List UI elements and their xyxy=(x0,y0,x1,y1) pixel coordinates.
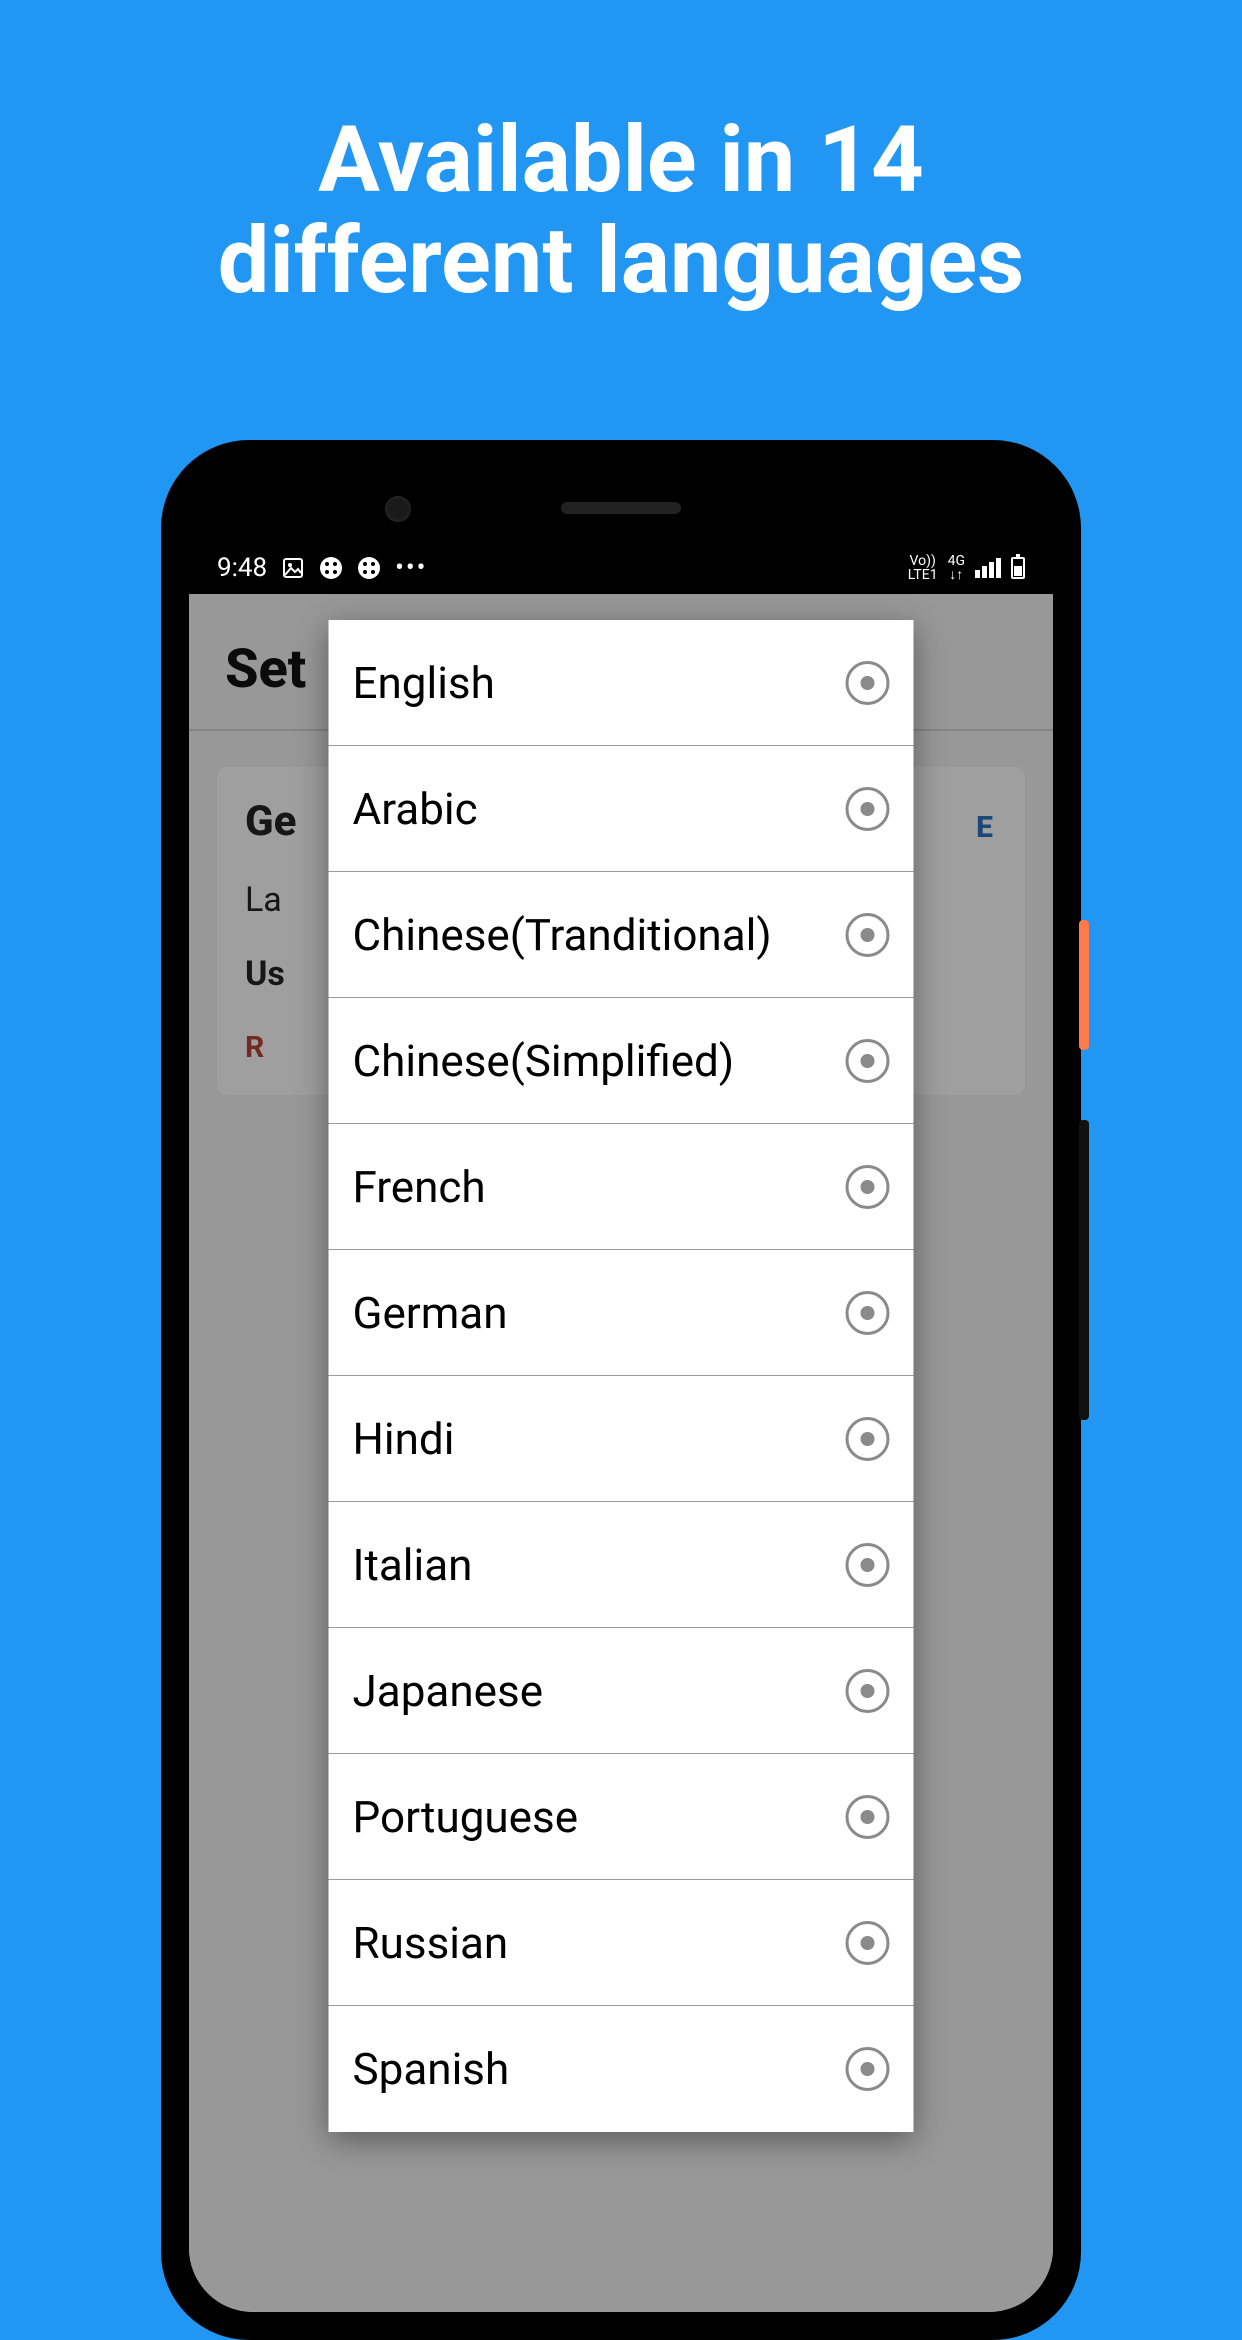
language-label: Portuguese xyxy=(353,1791,579,1843)
status-right: Vo)) LTE1 4G ↓↑ xyxy=(908,554,1025,582)
app-grid-icon xyxy=(319,556,343,580)
phone-power-button xyxy=(1079,920,1089,1050)
phone-volume-button xyxy=(1079,1120,1089,1420)
language-option-japanese[interactable]: Japanese xyxy=(329,1628,914,1754)
status-bar: 9:48 ••• Vo)) LTE1 4G ↓↑ xyxy=(189,542,1053,594)
language-label: Japanese xyxy=(353,1665,544,1717)
headline-line-1: Available in 14 xyxy=(0,110,1242,211)
language-option-chinese-simplified[interactable]: Chinese(Simplified) xyxy=(329,998,914,1124)
language-label: Chinese(Simplified) xyxy=(353,1035,735,1087)
radio-icon xyxy=(846,1291,890,1335)
language-option-italian[interactable]: Italian xyxy=(329,1502,914,1628)
radio-icon xyxy=(846,1921,890,1965)
language-option-arabic[interactable]: Arabic xyxy=(329,746,914,872)
language-dialog: English Arabic Chinese(Tranditional) Chi… xyxy=(329,620,914,2132)
radio-icon xyxy=(846,1795,890,1839)
app-grid-icon xyxy=(357,556,381,580)
speaker-icon xyxy=(561,502,681,514)
radio-icon xyxy=(846,1669,890,1713)
radio-icon xyxy=(846,661,890,705)
language-label: French xyxy=(353,1161,486,1213)
phone-screen-container: 9:48 ••• Vo)) LTE1 4G ↓↑ xyxy=(189,468,1053,2312)
status-left: 9:48 ••• xyxy=(217,553,427,583)
phone-notch xyxy=(189,468,1053,542)
language-label: Italian xyxy=(353,1539,473,1591)
radio-icon xyxy=(846,1039,890,1083)
network-voice-label: Vo)) LTE1 xyxy=(908,554,938,582)
radio-icon xyxy=(846,913,890,957)
language-option-german[interactable]: German xyxy=(329,1250,914,1376)
language-label: Hindi xyxy=(353,1413,455,1465)
language-label: English xyxy=(353,657,495,709)
radio-icon xyxy=(846,1165,890,1209)
language-option-russian[interactable]: Russian xyxy=(329,1880,914,2006)
status-time: 9:48 xyxy=(217,553,267,583)
language-option-french[interactable]: French xyxy=(329,1124,914,1250)
headline-line-2: different languages xyxy=(0,211,1242,312)
radio-icon xyxy=(846,1417,890,1461)
network-4g-label: 4G ↓↑ xyxy=(948,554,965,582)
language-option-hindi[interactable]: Hindi xyxy=(329,1376,914,1502)
radio-icon xyxy=(846,2047,890,2091)
language-label: Arabic xyxy=(353,783,478,835)
image-icon xyxy=(281,556,305,580)
language-option-spanish[interactable]: Spanish xyxy=(329,2006,914,2132)
battery-icon xyxy=(1011,557,1025,579)
language-label: Spanish xyxy=(353,2043,510,2095)
promo-headline: Available in 14 different languages xyxy=(0,0,1242,312)
language-label: German xyxy=(353,1287,508,1339)
signal-icon xyxy=(975,558,1001,578)
language-label: Russian xyxy=(353,1917,509,1969)
camera-icon xyxy=(385,496,411,522)
app-screen: Set Ge La Us R E English Arabic xyxy=(189,594,1053,2312)
radio-icon xyxy=(846,1543,890,1587)
language-option-english[interactable]: English xyxy=(329,620,914,746)
more-dots-icon: ••• xyxy=(395,553,427,583)
phone-frame: 9:48 ••• Vo)) LTE1 4G ↓↑ xyxy=(161,440,1081,2340)
radio-icon xyxy=(846,787,890,831)
language-label: Chinese(Tranditional) xyxy=(353,909,772,961)
language-option-portuguese[interactable]: Portuguese xyxy=(329,1754,914,1880)
language-option-chinese-traditional[interactable]: Chinese(Tranditional) xyxy=(329,872,914,998)
